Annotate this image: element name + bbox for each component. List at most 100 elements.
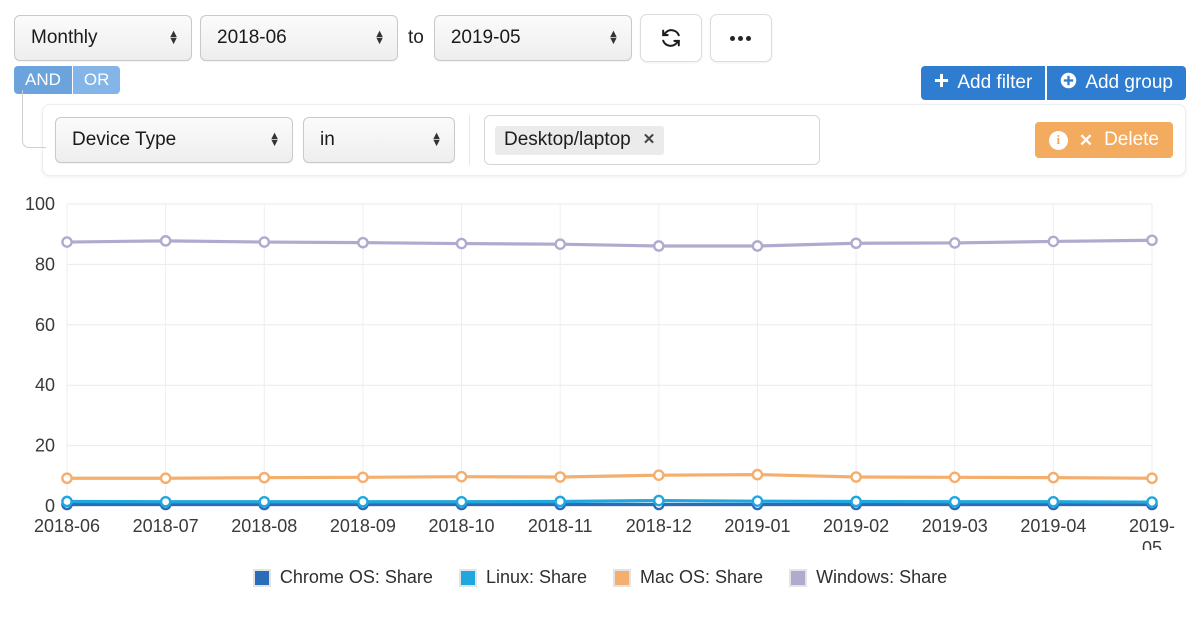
filter-operator-value: in: [320, 129, 335, 150]
data-point[interactable]: [61, 472, 73, 485]
data-point[interactable]: [159, 495, 172, 508]
data-point[interactable]: [357, 471, 369, 484]
data-point[interactable]: [751, 495, 764, 507]
data-point[interactable]: [258, 495, 271, 508]
add-group-button[interactable]: Add group: [1047, 66, 1186, 100]
share-line-chart: 0 20 40 60 80 100 2018-06 2018-07 2018-08 2018-09…: [0, 190, 1200, 590]
refresh-button[interactable]: [639, 14, 702, 62]
data-point[interactable]: [1047, 235, 1060, 248]
data-point[interactable]: [653, 494, 665, 507]
data-point[interactable]: [948, 471, 961, 484]
data-point[interactable]: [948, 237, 961, 249]
legend-item[interactable]: Windows: Share: [789, 567, 947, 588]
filter-value-tag[interactable]: Desktop/laptop ✕: [495, 125, 665, 155]
x-axis-tick-label: 2019-05: [1129, 516, 1175, 550]
y-axis-tick-label: 80: [35, 254, 55, 274]
period-select-value: Monthly: [31, 27, 98, 48]
chevron-updown-icon: ▲ ▼: [374, 28, 385, 47]
group-bracket: [22, 90, 46, 148]
data-point[interactable]: [850, 471, 862, 483]
delete-filter-button[interactable]: i ✕ Delete: [1034, 122, 1173, 158]
data-point[interactable]: [653, 469, 665, 481]
date-to-select[interactable]: 2019-05 ▲ ▼: [433, 15, 632, 61]
plus-icon: [934, 72, 949, 94]
legend-swatch: [613, 568, 632, 587]
logic-or-option[interactable]: OR: [71, 66, 121, 94]
data-point[interactable]: [751, 468, 764, 481]
data-point[interactable]: [850, 237, 862, 250]
filter-field-select[interactable]: Device Type ▲ ▼: [55, 117, 293, 163]
x-axis-tick-label: 2019-04: [1020, 516, 1086, 536]
filter-group: Device Type ▲ ▼ in ▲ ▼ Desktop/laptop ✕ i …: [0, 90, 1200, 176]
info-icon: i: [1048, 130, 1068, 150]
add-filter-button[interactable]: Add filter: [921, 66, 1046, 100]
data-point[interactable]: [357, 236, 369, 249]
legend-label: Chrome OS: Share: [279, 567, 433, 587]
legend-item[interactable]: Mac OS: Share: [613, 567, 763, 588]
data-point[interactable]: [258, 471, 271, 484]
y-axis-tick-label: 40: [35, 375, 55, 395]
y-axis-tick-label: 60: [35, 315, 55, 335]
date-from-value: 2018-06: [217, 27, 287, 48]
legend-label: Windows: Share: [816, 567, 948, 587]
chevron-updown-icon: ▲ ▼: [269, 130, 280, 149]
delete-filter-label: Delete: [1104, 129, 1159, 150]
data-point[interactable]: [1146, 234, 1158, 247]
x-icon: ✕: [1078, 130, 1094, 150]
data-point[interactable]: [1146, 496, 1158, 508]
add-filter-label: Add filter: [957, 72, 1033, 93]
period-select[interactable]: Monthly ▲ ▼: [14, 15, 192, 61]
filter-row: Device Type ▲ ▼ in ▲ ▼ Desktop/laptop ✕ i …: [42, 104, 1186, 176]
data-point[interactable]: [159, 235, 172, 247]
x-axis-tick-label: 2018-09: [330, 516, 396, 536]
data-point[interactable]: [1047, 471, 1060, 484]
data-point[interactable]: [850, 495, 862, 508]
data-point[interactable]: [1146, 472, 1158, 485]
close-icon[interactable]: ✕: [643, 132, 656, 147]
filter-value-tag-label: Desktop/laptop: [504, 128, 631, 150]
filter-divider: [469, 115, 470, 165]
data-point[interactable]: [1047, 495, 1060, 508]
series-line: [65, 472, 1154, 480]
legend-item[interactable]: Linux: Share: [458, 567, 588, 588]
legend-label: Mac OS: Share: [640, 567, 764, 587]
data-point[interactable]: [751, 240, 764, 252]
y-axis-tick-label: 0: [45, 496, 55, 516]
legend-swatch: [789, 568, 808, 587]
data-point[interactable]: [554, 471, 566, 483]
filter-logic-row: AND OR Add filter Add group: [0, 62, 1200, 104]
data-point[interactable]: [159, 472, 172, 485]
data-point[interactable]: [554, 495, 566, 508]
plus-circle-icon: [1060, 72, 1077, 95]
x-axis-tick-label: 2018-07: [133, 516, 199, 536]
legend-item[interactable]: Chrome OS: Share: [252, 567, 433, 588]
x-axis-tick-label: 2019-01: [724, 516, 790, 536]
legend-swatch: [252, 568, 271, 587]
data-point[interactable]: [357, 495, 369, 508]
series-line: [65, 498, 1154, 504]
data-point[interactable]: [61, 236, 73, 248]
data-point[interactable]: [61, 495, 73, 508]
refresh-icon: [660, 27, 682, 49]
data-point[interactable]: [554, 238, 566, 250]
legend-label: Linux: Share: [485, 567, 588, 587]
data-point[interactable]: [258, 236, 271, 248]
x-axis-tick-label: 2018-11: [528, 516, 593, 536]
filter-operator-select[interactable]: in ▲ ▼: [303, 117, 455, 163]
x-axis-tick-label: 2019-02: [823, 516, 889, 536]
chevron-updown-icon: ▲ ▼: [168, 28, 179, 47]
date-range-toolbar: Monthly ▲ ▼ 2018-06 ▲ ▼ to 2019-05 ▲ ▼: [0, 0, 1200, 62]
y-axis-tick-label: 20: [35, 436, 55, 456]
y-axis-tick-label: 100: [25, 194, 55, 214]
filter-value-input[interactable]: Desktop/laptop ✕: [484, 115, 820, 165]
chevron-updown-icon: ▲ ▼: [607, 28, 619, 47]
data-point[interactable]: [653, 240, 665, 252]
date-from-select[interactable]: 2018-06 ▲ ▼: [200, 15, 398, 61]
data-point[interactable]: [948, 495, 961, 508]
data-point[interactable]: [455, 237, 468, 250]
date-to-value: 2019-05: [450, 27, 521, 48]
x-axis-tick-label: 2018-12: [626, 516, 692, 536]
data-point[interactable]: [455, 495, 468, 508]
data-point[interactable]: [455, 470, 468, 483]
more-options-button[interactable]: [709, 14, 772, 62]
